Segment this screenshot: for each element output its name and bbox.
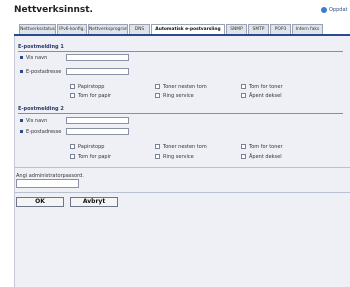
section-title-email-2: E-postmelding 2 [18, 106, 343, 114]
checkbox-box[interactable] [241, 144, 246, 149]
ok-button[interactable]: OK [16, 197, 64, 207]
tab-snmp[interactable]: SNMP [226, 24, 247, 34]
checkbox-box[interactable] [70, 154, 75, 159]
checkbox-label: Papirstopp [78, 83, 105, 90]
checkbox-box[interactable] [70, 93, 75, 98]
tab-network-status[interactable]: Nettverksstatus [19, 24, 56, 34]
refresh-button[interactable]: Oppdat [321, 5, 350, 15]
checkbox-label: Toner nesten tom [163, 83, 207, 90]
checkbox-label: Tom for papir [78, 153, 112, 160]
checkbox-label: Tom for toner [249, 143, 283, 150]
email-input-2[interactable] [66, 128, 129, 135]
checkbox-label: Toner nesten tom [163, 143, 207, 150]
display-name-label-2: Vis navn [26, 117, 48, 124]
checkbox-label: Ring service [163, 92, 194, 99]
admin-password-input[interactable] [16, 179, 79, 188]
refresh-icon [321, 7, 327, 13]
checkbox-out-of-paper-2[interactable]: Tom for papir [70, 153, 111, 160]
divider [14, 167, 350, 168]
checkbox-out-of-toner-2[interactable]: Tom for toner [241, 143, 283, 150]
bullet-icon [20, 70, 23, 73]
display-name-input-2[interactable] [66, 117, 129, 124]
checkbox-paper-jam-1[interactable]: Papirstopp [70, 83, 104, 90]
section-title-email-1: E-postmelding 1 [18, 44, 343, 52]
checkbox-label: Ring service [163, 153, 194, 160]
checkbox-box[interactable] [155, 144, 160, 149]
checkbox-toner-near-empty-2[interactable]: Toner nesten tom [155, 143, 207, 150]
checkbox-cover-open-2[interactable]: Åpent deksel [241, 153, 282, 160]
tab-ipv6-config[interactable]: IPv6-konfig. [57, 24, 87, 34]
email-row-1: E-postadresse [20, 67, 61, 76]
checkbox-out-of-paper-1[interactable]: Tom for papir [70, 92, 111, 99]
email-label-1: E-postadresse [26, 68, 62, 75]
checkbox-cover-open-1[interactable]: Åpent deksel [241, 92, 282, 99]
tab-internal-fax[interactable]: Intern faks [292, 24, 323, 34]
checkbox-box[interactable] [155, 154, 160, 159]
checkbox-box[interactable] [70, 144, 75, 149]
bullet-icon [20, 119, 23, 122]
page-title: Nettverksinnst. [14, 5, 93, 15]
checkbox-box[interactable] [241, 84, 246, 89]
display-name-row-1: Vis navn [20, 53, 47, 62]
email-input-1[interactable] [66, 68, 129, 75]
checkbox-box[interactable] [241, 93, 246, 98]
display-name-input-1[interactable] [66, 54, 129, 61]
checkbox-label: Åpent deksel [249, 92, 282, 99]
tab-pop3[interactable]: POP3 [270, 24, 291, 34]
cancel-button[interactable]: Avbryt [70, 197, 118, 207]
header: Nettverksinnst. Oppdat [0, 0, 350, 22]
divider [14, 192, 350, 193]
display-name-label-1: Vis navn [26, 54, 48, 61]
checkbox-toner-near-empty-1[interactable]: Toner nesten tom [155, 83, 207, 90]
checkbox-label: Tom for papir [78, 92, 112, 99]
checkbox-label: Åpent deksel [249, 153, 282, 160]
checkbox-box[interactable] [155, 84, 160, 89]
checkbox-label: Tom for toner [249, 83, 283, 90]
refresh-label: Oppdat [329, 7, 348, 13]
checkbox-call-service-2[interactable]: Ring service [155, 153, 194, 160]
tab-dns[interactable]: DNS [129, 24, 150, 34]
checkbox-out-of-toner-1[interactable]: Tom for toner [241, 83, 283, 90]
email-label-2: E-postadresse [26, 128, 62, 135]
checkbox-call-service-1[interactable]: Ring service [155, 92, 194, 99]
settings-panel [14, 36, 350, 287]
bullet-icon [20, 130, 23, 133]
checkbox-label: Papirstopp [78, 143, 105, 150]
display-name-row-2: Vis navn [20, 116, 47, 125]
checkbox-box[interactable] [70, 84, 75, 89]
bullet-icon [20, 56, 23, 59]
tab-smtp[interactable]: SMTP [248, 24, 269, 34]
checkbox-box[interactable] [155, 93, 160, 98]
tab-network-application[interactable]: Nettverksprogram [88, 24, 128, 34]
checkbox-box[interactable] [241, 154, 246, 159]
email-row-2: E-postadresse [20, 127, 61, 136]
checkbox-paper-jam-2[interactable]: Papirstopp [70, 143, 104, 150]
